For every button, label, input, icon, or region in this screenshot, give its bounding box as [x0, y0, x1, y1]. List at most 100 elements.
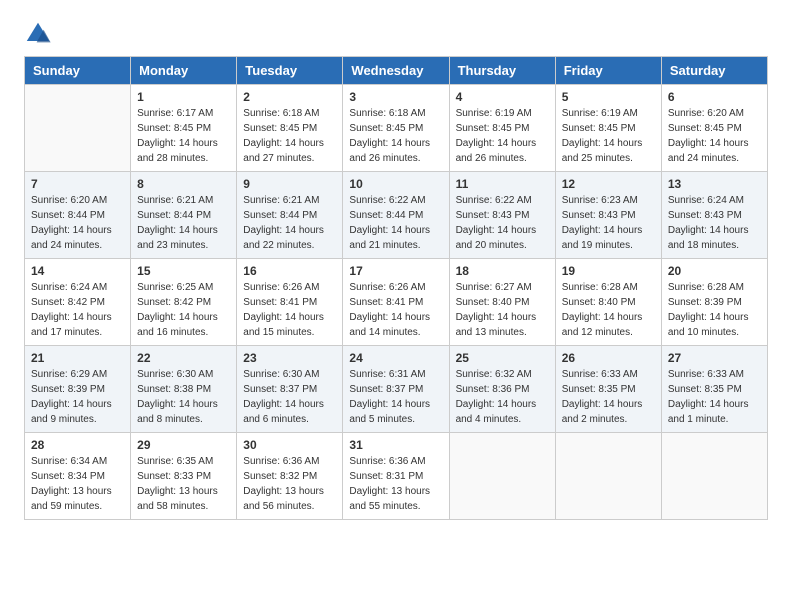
- day-number: 23: [243, 351, 336, 365]
- day-number: 1: [137, 90, 230, 104]
- day-info: Sunrise: 6:30 AM Sunset: 8:38 PM Dayligh…: [137, 367, 230, 427]
- page-header: [24, 20, 768, 48]
- day-number: 28: [31, 438, 124, 452]
- header-day-tuesday: Tuesday: [237, 57, 343, 85]
- calendar-day-cell: 26 Sunrise: 6:33 AM Sunset: 8:35 PM Dayli…: [555, 346, 661, 433]
- calendar-day-cell: 25 Sunrise: 6:32 AM Sunset: 8:36 PM Dayli…: [449, 346, 555, 433]
- calendar-day-cell: 18 Sunrise: 6:27 AM Sunset: 8:40 PM Dayli…: [449, 259, 555, 346]
- day-number: 26: [562, 351, 655, 365]
- day-number: 29: [137, 438, 230, 452]
- day-info: Sunrise: 6:26 AM Sunset: 8:41 PM Dayligh…: [349, 280, 442, 340]
- day-number: 7: [31, 177, 124, 191]
- calendar-day-cell: 23Sunrise: 6:30 AM Sunset: 8:37 PM Dayli…: [237, 346, 343, 433]
- calendar-day-cell: [25, 85, 131, 172]
- calendar-day-cell: 11 Sunrise: 6:22 AM Sunset: 8:43 PM Dayli…: [449, 172, 555, 259]
- day-info: Sunrise: 6:22 AM Sunset: 8:44 PM Dayligh…: [349, 193, 442, 253]
- day-info: Sunrise: 6:20 AM Sunset: 8:45 PM Dayligh…: [668, 106, 761, 166]
- calendar-day-cell: 5Sunrise: 6:19 AM Sunset: 8:45 PM Daylig…: [555, 85, 661, 172]
- calendar-day-cell: 7 Sunrise: 6:20 AM Sunset: 8:44 PM Daylig…: [25, 172, 131, 259]
- day-info: Sunrise: 6:19 AM Sunset: 8:45 PM Dayligh…: [562, 106, 655, 166]
- calendar-day-cell: 31Sunrise: 6:36 AM Sunset: 8:31 PM Dayli…: [343, 433, 449, 520]
- day-number: 11: [456, 177, 549, 191]
- calendar-day-cell: 16 Sunrise: 6:26 AM Sunset: 8:41 PM Dayli…: [237, 259, 343, 346]
- calendar-day-cell: 29Sunrise: 6:35 AM Sunset: 8:33 PM Dayli…: [131, 433, 237, 520]
- day-number: 8: [137, 177, 230, 191]
- calendar-day-cell: 6 Sunrise: 6:20 AM Sunset: 8:45 PM Daylig…: [661, 85, 767, 172]
- day-number: 24: [349, 351, 442, 365]
- calendar-day-cell: 17Sunrise: 6:26 AM Sunset: 8:41 PM Dayli…: [343, 259, 449, 346]
- calendar-week-row: 1 Sunrise: 6:17 AM Sunset: 8:45 PM Daylig…: [25, 85, 768, 172]
- day-info: Sunrise: 6:18 AM Sunset: 8:45 PM Dayligh…: [243, 106, 336, 166]
- calendar-day-cell: 27Sunrise: 6:33 AM Sunset: 8:35 PM Dayli…: [661, 346, 767, 433]
- calendar-day-cell: 9Sunrise: 6:21 AM Sunset: 8:44 PM Daylig…: [237, 172, 343, 259]
- calendar-day-cell: 4 Sunrise: 6:19 AM Sunset: 8:45 PM Daylig…: [449, 85, 555, 172]
- day-info: Sunrise: 6:21 AM Sunset: 8:44 PM Dayligh…: [243, 193, 336, 253]
- day-number: 12: [562, 177, 655, 191]
- header-day-thursday: Thursday: [449, 57, 555, 85]
- day-info: Sunrise: 6:19 AM Sunset: 8:45 PM Dayligh…: [456, 106, 549, 166]
- calendar-day-cell: 15 Sunrise: 6:25 AM Sunset: 8:42 PM Dayli…: [131, 259, 237, 346]
- calendar-day-cell: 24 Sunrise: 6:31 AM Sunset: 8:37 PM Dayli…: [343, 346, 449, 433]
- calendar-week-row: 7 Sunrise: 6:20 AM Sunset: 8:44 PM Daylig…: [25, 172, 768, 259]
- day-info: Sunrise: 6:22 AM Sunset: 8:43 PM Dayligh…: [456, 193, 549, 253]
- calendar-week-row: 21 Sunrise: 6:29 AM Sunset: 8:39 PM Dayli…: [25, 346, 768, 433]
- calendar-day-cell: 2 Sunrise: 6:18 AM Sunset: 8:45 PM Daylig…: [237, 85, 343, 172]
- calendar-day-cell: 28 Sunrise: 6:34 AM Sunset: 8:34 PM Dayli…: [25, 433, 131, 520]
- day-info: Sunrise: 6:20 AM Sunset: 8:44 PM Dayligh…: [31, 193, 124, 253]
- logo-icon: [24, 20, 52, 48]
- calendar-day-cell: 30 Sunrise: 6:36 AM Sunset: 8:32 PM Dayli…: [237, 433, 343, 520]
- day-info: Sunrise: 6:31 AM Sunset: 8:37 PM Dayligh…: [349, 367, 442, 427]
- calendar-day-cell: 12 Sunrise: 6:23 AM Sunset: 8:43 PM Dayli…: [555, 172, 661, 259]
- calendar-day-cell: 14 Sunrise: 6:24 AM Sunset: 8:42 PM Dayli…: [25, 259, 131, 346]
- day-number: 30: [243, 438, 336, 452]
- day-number: 20: [668, 264, 761, 278]
- day-number: 6: [668, 90, 761, 104]
- day-info: Sunrise: 6:24 AM Sunset: 8:42 PM Dayligh…: [31, 280, 124, 340]
- calendar-day-cell: [449, 433, 555, 520]
- day-number: 19: [562, 264, 655, 278]
- day-info: Sunrise: 6:27 AM Sunset: 8:40 PM Dayligh…: [456, 280, 549, 340]
- day-info: Sunrise: 6:32 AM Sunset: 8:36 PM Dayligh…: [456, 367, 549, 427]
- header-day-friday: Friday: [555, 57, 661, 85]
- calendar-day-cell: [661, 433, 767, 520]
- day-number: 16: [243, 264, 336, 278]
- calendar-week-row: 14 Sunrise: 6:24 AM Sunset: 8:42 PM Dayli…: [25, 259, 768, 346]
- calendar-day-cell: 1 Sunrise: 6:17 AM Sunset: 8:45 PM Daylig…: [131, 85, 237, 172]
- day-number: 3: [349, 90, 442, 104]
- day-info: Sunrise: 6:23 AM Sunset: 8:43 PM Dayligh…: [562, 193, 655, 253]
- day-info: Sunrise: 6:36 AM Sunset: 8:31 PM Dayligh…: [349, 454, 442, 514]
- day-number: 21: [31, 351, 124, 365]
- day-info: Sunrise: 6:26 AM Sunset: 8:41 PM Dayligh…: [243, 280, 336, 340]
- day-info: Sunrise: 6:28 AM Sunset: 8:40 PM Dayligh…: [562, 280, 655, 340]
- calendar-header-row: SundayMondayTuesdayWednesdayThursdayFrid…: [25, 57, 768, 85]
- day-info: Sunrise: 6:33 AM Sunset: 8:35 PM Dayligh…: [562, 367, 655, 427]
- calendar-week-row: 28 Sunrise: 6:34 AM Sunset: 8:34 PM Dayli…: [25, 433, 768, 520]
- day-info: Sunrise: 6:25 AM Sunset: 8:42 PM Dayligh…: [137, 280, 230, 340]
- day-info: Sunrise: 6:36 AM Sunset: 8:32 PM Dayligh…: [243, 454, 336, 514]
- day-number: 14: [31, 264, 124, 278]
- logo: [24, 20, 56, 48]
- day-info: Sunrise: 6:29 AM Sunset: 8:39 PM Dayligh…: [31, 367, 124, 427]
- calendar-day-cell: 20Sunrise: 6:28 AM Sunset: 8:39 PM Dayli…: [661, 259, 767, 346]
- day-number: 27: [668, 351, 761, 365]
- header-day-sunday: Sunday: [25, 57, 131, 85]
- day-number: 22: [137, 351, 230, 365]
- calendar-day-cell: 10 Sunrise: 6:22 AM Sunset: 8:44 PM Dayli…: [343, 172, 449, 259]
- day-number: 15: [137, 264, 230, 278]
- header-day-wednesday: Wednesday: [343, 57, 449, 85]
- day-number: 2: [243, 90, 336, 104]
- day-number: 10: [349, 177, 442, 191]
- day-number: 18: [456, 264, 549, 278]
- calendar-day-cell: 21 Sunrise: 6:29 AM Sunset: 8:39 PM Dayli…: [25, 346, 131, 433]
- day-number: 13: [668, 177, 761, 191]
- day-number: 4: [456, 90, 549, 104]
- calendar-day-cell: [555, 433, 661, 520]
- calendar-table: SundayMondayTuesdayWednesdayThursdayFrid…: [24, 56, 768, 520]
- day-number: 25: [456, 351, 549, 365]
- day-info: Sunrise: 6:34 AM Sunset: 8:34 PM Dayligh…: [31, 454, 124, 514]
- calendar-day-cell: 19 Sunrise: 6:28 AM Sunset: 8:40 PM Dayli…: [555, 259, 661, 346]
- header-day-saturday: Saturday: [661, 57, 767, 85]
- day-info: Sunrise: 6:21 AM Sunset: 8:44 PM Dayligh…: [137, 193, 230, 253]
- calendar-day-cell: 13Sunrise: 6:24 AM Sunset: 8:43 PM Dayli…: [661, 172, 767, 259]
- day-info: Sunrise: 6:17 AM Sunset: 8:45 PM Dayligh…: [137, 106, 230, 166]
